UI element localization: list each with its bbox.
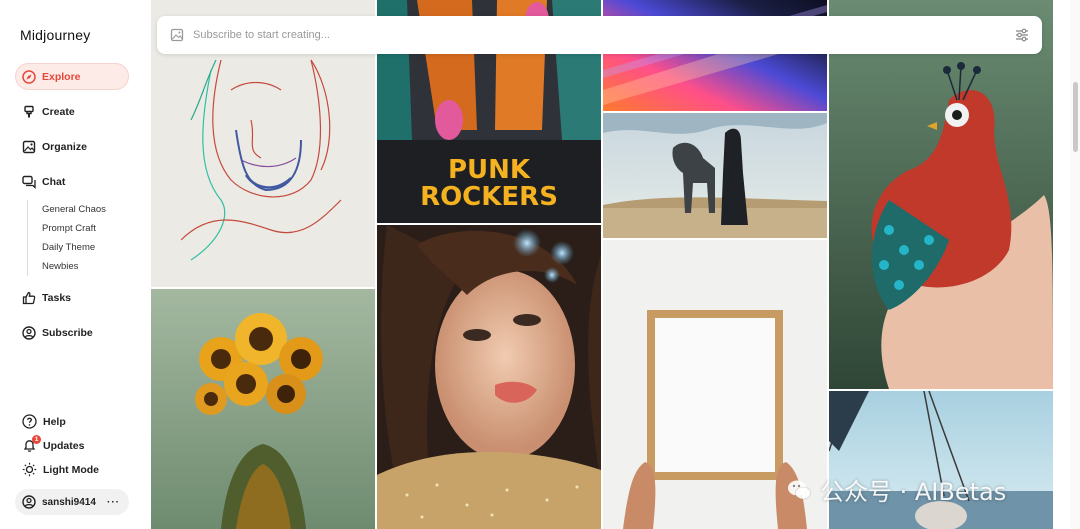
user-menu[interactable]: sanshi9414 ··· (15, 489, 129, 515)
updates-badge: 1 (32, 435, 41, 444)
watermark: 公众号 · AIBetas (786, 472, 1006, 507)
poster-title-line1: PUNK (448, 155, 531, 185)
help-link[interactable]: Help (22, 414, 66, 429)
chat-channel-list: General Chaos Prompt Craft Daily Theme N… (27, 200, 106, 276)
glitter-portrait-tile[interactable] (377, 225, 601, 529)
sun-icon (22, 462, 37, 477)
nav-organize-label: Organize (42, 140, 87, 153)
image-upload-icon[interactable] (170, 28, 184, 42)
beach-scene-tile[interactable] (829, 391, 1053, 529)
brush-icon (22, 105, 36, 119)
nav-chat[interactable]: Chat (15, 168, 129, 195)
username: sanshi9414 (42, 496, 96, 508)
scrollbar-thumb[interactable] (1073, 82, 1078, 152)
help-label: Help (43, 415, 66, 428)
sunflower-head-tile[interactable] (151, 289, 375, 529)
avatar-icon (22, 495, 36, 509)
settings-sliders-icon[interactable] (1014, 27, 1030, 43)
nav-tasks[interactable]: Tasks (15, 284, 129, 311)
channel-general-chaos[interactable]: General Chaos (42, 200, 106, 219)
compass-icon (22, 69, 36, 84)
nav-explore[interactable]: Explore (15, 63, 129, 90)
channel-newbies[interactable]: Newbies (42, 257, 106, 276)
nav-create[interactable]: Create (15, 98, 129, 125)
prompt-input[interactable] (193, 29, 973, 41)
nav-subscribe[interactable]: Subscribe (15, 319, 129, 346)
nav-chat-label: Chat (42, 175, 66, 188)
thumbs-up-icon (22, 291, 36, 305)
image-icon (22, 140, 36, 154)
brand-logo[interactable]: Midjourney (20, 27, 90, 43)
help-icon (22, 414, 37, 429)
explore-gallery: PUNK ROCKERS (151, 0, 1053, 529)
bell-icon: 1 (22, 435, 41, 453)
updates-link[interactable]: 1 Updates (22, 435, 85, 453)
nav-subscribe-label: Subscribe (42, 326, 93, 339)
nav-tasks-label: Tasks (42, 291, 71, 304)
light-mode-toggle[interactable]: Light Mode (22, 462, 99, 477)
user-circle-icon (22, 325, 36, 340)
nav-create-label: Create (42, 105, 75, 118)
nav-organize[interactable]: Organize (15, 133, 129, 160)
updates-label: Updates (43, 439, 85, 452)
light-mode-label: Light Mode (43, 463, 99, 476)
watermark-text: 公众号 · AIBetas (820, 478, 1007, 506)
sidebar: Midjourney Explore Create Organize Chat … (0, 0, 150, 529)
channel-daily-theme[interactable]: Daily Theme (42, 238, 106, 257)
prompt-bar[interactable] (157, 16, 1042, 54)
robot-horse-tile[interactable] (603, 113, 827, 238)
peacock-hand-tile[interactable] (829, 0, 1053, 389)
wechat-icon (786, 477, 812, 503)
nav-explore-label: Explore (42, 70, 81, 83)
poster-title-line2: ROCKERS (420, 182, 558, 212)
more-options-button[interactable]: ··· (107, 497, 120, 508)
scrollbar-track (1070, 0, 1080, 529)
channel-prompt-craft[interactable]: Prompt Craft (42, 219, 106, 238)
chat-icon (22, 175, 36, 189)
